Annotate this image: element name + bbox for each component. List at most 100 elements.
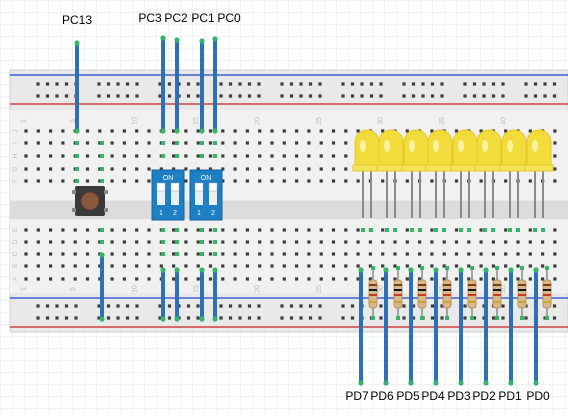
connected-hole <box>418 228 422 232</box>
breadboard-hole <box>36 167 40 171</box>
breadboard-hole <box>270 167 274 171</box>
rail-hole <box>186 304 191 308</box>
breadboard-hole <box>49 179 53 183</box>
jumper-wire <box>160 35 166 134</box>
breadboard-hole <box>405 264 409 268</box>
connected-hole <box>371 316 375 320</box>
dip-pin-label: 2 <box>211 210 215 217</box>
connected-hole <box>545 266 549 270</box>
row-letter: G <box>13 166 19 171</box>
breadboard-hole <box>61 277 65 281</box>
breadboard-hole <box>479 228 483 232</box>
breadboard-hole <box>221 228 225 232</box>
breadboard-hole <box>24 141 28 145</box>
rail-hole <box>524 94 528 98</box>
breadboard-hole <box>73 277 77 281</box>
row-letter: J <box>13 130 19 133</box>
rail-hole <box>440 94 444 98</box>
connected-hole <box>100 240 104 244</box>
rail-hole <box>167 94 172 98</box>
jumper-wire <box>74 40 80 134</box>
breadboard-hole <box>295 264 299 268</box>
rail-hole <box>116 316 120 320</box>
breadboard-hole <box>208 141 213 145</box>
connected-hole <box>161 141 165 145</box>
breadboard-hole <box>159 264 163 268</box>
breadboard-hole <box>245 277 249 281</box>
connected-hole <box>420 266 424 270</box>
rail-hole <box>463 316 467 320</box>
breadboard-hole <box>405 179 409 183</box>
rail-hole <box>524 82 528 86</box>
connected-hole <box>161 228 165 232</box>
breadboard-hole <box>172 252 176 256</box>
jumper-wire <box>199 267 205 322</box>
connected-hole <box>459 228 463 232</box>
rail-hole <box>247 316 252 320</box>
rail-hole <box>491 82 496 86</box>
breadboard-hole <box>147 167 151 171</box>
breadboard-hole <box>307 264 311 268</box>
breadboard-hole <box>344 167 348 171</box>
breadboard-hole <box>331 277 336 281</box>
rail-hole <box>55 94 59 98</box>
label-pc1: PC1 <box>191 11 215 25</box>
breadboard-hole <box>85 264 90 268</box>
breadboard-hole <box>110 141 114 145</box>
rail-hole <box>97 82 101 86</box>
connected-hole <box>213 141 217 145</box>
rail-hole <box>257 304 261 308</box>
connected-hole <box>516 228 520 232</box>
breadboard-hole <box>553 154 557 158</box>
breadboard-hole <box>221 240 225 244</box>
breadboard-hole <box>85 167 90 171</box>
dip-switch-2: ON 1 2 <box>189 169 223 221</box>
pushbutton-cap <box>80 191 100 211</box>
rail-hole <box>369 94 374 98</box>
breadboard-hole <box>172 228 176 232</box>
rail-hole <box>379 304 383 308</box>
breadboard-hole <box>258 129 262 133</box>
breadboard-hole <box>356 228 360 232</box>
breadboard-hole <box>454 179 459 183</box>
breadboard-hole <box>553 240 557 244</box>
rail-hole <box>280 304 284 308</box>
breadboard-hole <box>172 154 176 158</box>
breadboard-hole <box>49 252 53 256</box>
rail-hole <box>97 94 101 98</box>
breadboard-hole <box>528 179 532 183</box>
rail-hole <box>350 304 355 308</box>
rail-hole <box>463 94 467 98</box>
breadboard-hole <box>172 141 176 145</box>
breadboard-hole <box>270 129 274 133</box>
rail-hole <box>308 304 313 308</box>
breadboard-hole <box>135 264 139 268</box>
breadboard-hole <box>331 240 336 244</box>
breadboard-hole <box>356 264 360 268</box>
row-letter: C <box>13 251 19 256</box>
breadboard-hole <box>479 277 483 281</box>
breadboard-hole <box>85 154 90 158</box>
label-pc3: PC3 <box>138 11 162 25</box>
label-pc13: PC13 <box>62 13 92 27</box>
bottom-labels: PD7 PD6 PD5 PD4 PD3 PD2 PD1 PD0 <box>345 389 550 403</box>
breadboard-hole <box>61 129 65 133</box>
breadboard-hole <box>516 240 520 244</box>
connected-hole <box>200 240 204 244</box>
label-pc2: PC2 <box>164 11 188 25</box>
breadboard-hole <box>208 228 213 232</box>
jumper-wire <box>383 267 389 386</box>
breadboard-hole <box>307 129 311 133</box>
breadboard-hole <box>135 129 139 133</box>
breadboard-hole <box>344 277 348 281</box>
rail-hole <box>196 304 200 308</box>
breadboard-hole <box>85 240 90 244</box>
breadboard-hole <box>282 179 286 183</box>
rail-hole <box>45 94 50 98</box>
breadboard-hole <box>295 167 299 171</box>
rail-hole <box>299 304 303 308</box>
connected-hole <box>445 316 449 320</box>
rail-hole <box>524 316 528 320</box>
breadboard-hole <box>307 154 311 158</box>
row-letter: A <box>13 277 19 281</box>
